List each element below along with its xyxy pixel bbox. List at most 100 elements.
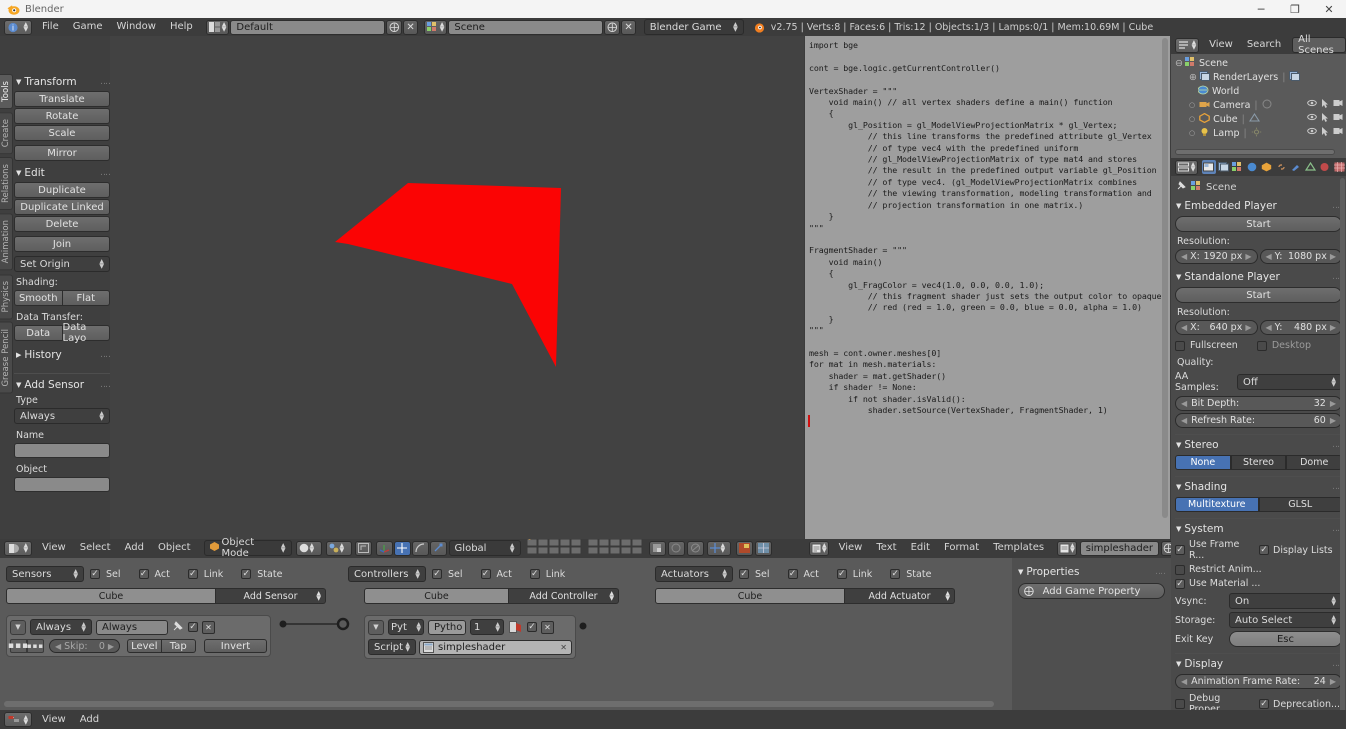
outliner[interactable]: ▲ ▼ View Search All Scenes ⊖ Scene ⊕ Ren… (1171, 34, 1346, 158)
renderability-camera-icon[interactable] (1333, 113, 1343, 125)
properties-scrollbar[interactable] (1340, 178, 1345, 718)
shading-option-glsl[interactable]: GLSL (1258, 497, 1342, 512)
translate-button[interactable]: Translate (14, 91, 110, 107)
increment-arrow-icon[interactable]: ▶ (1245, 323, 1251, 332)
renderability-camera-icon[interactable] (1333, 127, 1343, 139)
outliner-restriction-icons[interactable] (1307, 127, 1343, 139)
texture-paint-icon-button[interactable] (735, 540, 753, 556)
smooth-button[interactable]: Smooth (14, 290, 63, 306)
pulse-false-level-icon-button[interactable]: ▪▪▪ (27, 639, 44, 653)
embedded-resolution-x[interactable]: ◀ X: 1920 px ▶ (1175, 249, 1258, 264)
flat-button[interactable]: Flat (62, 290, 110, 306)
logic-menu-add[interactable]: Add (73, 711, 106, 729)
sensor-name-input[interactable] (14, 443, 110, 458)
sensor-brick-enable-checkbox[interactable]: ✓ (188, 622, 198, 632)
outliner-row-scene[interactable]: ⊖ Scene (1173, 56, 1346, 70)
outliner-row-renderlayers[interactable]: ⊕ RenderLayers | (1173, 70, 1346, 84)
decrement-arrow-icon[interactable]: ◀ (55, 642, 61, 651)
sensor-type-dropdown[interactable]: Always ▲ ▼ (14, 408, 110, 424)
actuators-filter-sel-checkbox[interactable]: ✓ (739, 569, 749, 579)
translate-manipulator-button[interactable] (393, 540, 411, 556)
screen-layout-field[interactable]: Default (230, 19, 386, 35)
restrict-animation-checkbox[interactable] (1175, 564, 1185, 575)
expand-icon[interactable]: ⊕ (1189, 72, 1197, 83)
actuators-filter-link-checkbox[interactable]: ✓ (836, 569, 847, 579)
logic-editor-scrollbar[interactable] (4, 701, 994, 707)
stereo-option-none[interactable]: None (1175, 455, 1231, 470)
props-tab-physics[interactable] (1289, 160, 1302, 174)
tool-tab-tools[interactable]: Tools (0, 74, 13, 109)
increment-arrow-icon[interactable]: ▶ (1330, 399, 1336, 408)
panel-header-shading[interactable]: ▼ Shading ‥‥ (1176, 481, 1343, 493)
editor-type-selector-view3d[interactable]: ▲ ▼ (4, 540, 32, 556)
maximize-button[interactable]: ❐ (1278, 0, 1312, 18)
snap-toggle-button[interactable] (354, 540, 372, 556)
outliner-scrollbar[interactable] (1175, 149, 1335, 155)
tool-tab-physics[interactable]: Physics (0, 273, 13, 320)
stereo-option-dome[interactable]: Dome (1286, 455, 1343, 470)
interaction-mode-dropdown[interactable]: Object Mode ▲ ▼ (203, 537, 292, 559)
viewport-canvas[interactable] (110, 36, 804, 539)
sensor-level-button[interactable]: Level (127, 639, 162, 653)
pivot-point-dropdown[interactable]: ▲ ▼ (325, 540, 352, 556)
props-tab-world[interactable] (1246, 160, 1259, 174)
join-button[interactable]: Join (14, 236, 110, 252)
increment-arrow-icon[interactable]: ▶ (108, 642, 114, 651)
debug-properties-checkbox[interactable] (1175, 699, 1185, 709)
sensors-filter-state-checkbox[interactable]: ✓ (241, 569, 252, 579)
viewport-menu-add[interactable]: Add (118, 539, 151, 557)
minimize-button[interactable]: ─ (1244, 0, 1278, 18)
delete-button[interactable]: Delete (14, 216, 110, 232)
state-visibility-icon-button[interactable] (508, 620, 523, 634)
menu-file[interactable]: File (35, 18, 66, 36)
embedded-resolution-y[interactable]: ◀ Y: 1080 px ▶ (1259, 249, 1342, 264)
props-tab-render-layers[interactable] (1217, 160, 1230, 174)
pin-icon[interactable] (1176, 180, 1187, 194)
text-menu-edit[interactable]: Edit (904, 539, 937, 557)
panel-header-stereo[interactable]: ▼ Stereo ‥‥ (1176, 439, 1343, 451)
add-actuator-button[interactable]: Add Actuator ▲ ▼ (845, 588, 955, 604)
decrement-arrow-icon[interactable]: ◀ (1181, 416, 1187, 425)
layer-grid-bottom[interactable] (587, 538, 645, 557)
bit-depth-field[interactable]: ◀ Bit Depth: 32 ▶ (1175, 396, 1342, 411)
rotate-button[interactable]: Rotate (14, 108, 110, 124)
mirror-button[interactable]: Mirror (14, 145, 110, 161)
outliner-row-camera[interactable]: ○ Camera | (1173, 98, 1346, 112)
props-tab-texture[interactable] (1332, 160, 1345, 174)
rotate-manipulator-button[interactable] (411, 540, 429, 556)
display-lists-checkbox[interactable]: ✓ (1259, 545, 1269, 555)
actuators-dropdown[interactable]: Actuators ▲ ▼ (655, 566, 733, 582)
delete-screen-button[interactable]: ✕ (403, 19, 418, 35)
viewport-3d[interactable]: Tools Create Relations Animation Physics… (0, 36, 804, 539)
scale-button[interactable]: Scale (14, 125, 110, 141)
props-tab-object[interactable] (1260, 160, 1273, 174)
text-editor-scrollbar[interactable] (1162, 38, 1168, 518)
unlink-script-icon[interactable]: ✕ (560, 641, 567, 654)
outliner-display-mode-dropdown[interactable]: All Scenes (1292, 34, 1346, 56)
controllers-object-name[interactable]: Cube (364, 588, 509, 604)
viewport-menu-object[interactable]: Object (151, 539, 198, 557)
props-tab-render[interactable] (1202, 160, 1216, 174)
decrement-arrow-icon[interactable]: ◀ (1181, 323, 1187, 332)
actuators-filter-state-checkbox[interactable]: ✓ (890, 569, 901, 579)
properties-editor[interactable]: ▲ ▼ Scene ▼ Embedded Player ‥‥ Start Res… (1171, 158, 1346, 729)
animation-frame-rate-field[interactable]: ◀ Animation Frame Rate: 24 ▶ (1175, 674, 1342, 689)
outliner-row-lamp[interactable]: ○ Lamp | (1173, 126, 1346, 140)
pin-icon[interactable] (172, 620, 184, 635)
controller-brick-name-field[interactable]: Pytho (428, 619, 466, 635)
controllers-filter-act-checkbox[interactable]: ✓ (480, 569, 491, 579)
viewport-shading-dropdown[interactable]: ▲ ▼ (295, 540, 322, 556)
sensor-brick-always[interactable]: ▼ Always ▲ ▼ Always ✓ ✕ ▪▪▪ ▪▪▪ ◀ Skip: … (6, 615, 271, 657)
outliner-menu-search[interactable]: Search (1240, 36, 1288, 54)
render-preview-button[interactable] (686, 540, 704, 556)
embedded-player-start-button[interactable]: Start (1175, 216, 1342, 232)
screen-layout-icon-button[interactable]: ▲ ▼ (205, 19, 230, 35)
outliner-row-cube[interactable]: ○ Cube | (1173, 112, 1346, 126)
editor-type-selector-logic[interactable]: ▲ ▼ (4, 712, 32, 727)
use-material-caching-checkbox[interactable]: ✓ (1175, 578, 1185, 589)
menu-help[interactable]: Help (163, 18, 200, 36)
controller-brick-enable-checkbox[interactable]: ✓ (527, 622, 537, 632)
aa-samples-dropdown[interactable]: Off ▲ ▼ (1237, 374, 1342, 390)
collapse-triangle-icon[interactable]: ▼ (368, 619, 384, 635)
sensors-dropdown[interactable]: Sensors ▲ ▼ (6, 566, 84, 582)
